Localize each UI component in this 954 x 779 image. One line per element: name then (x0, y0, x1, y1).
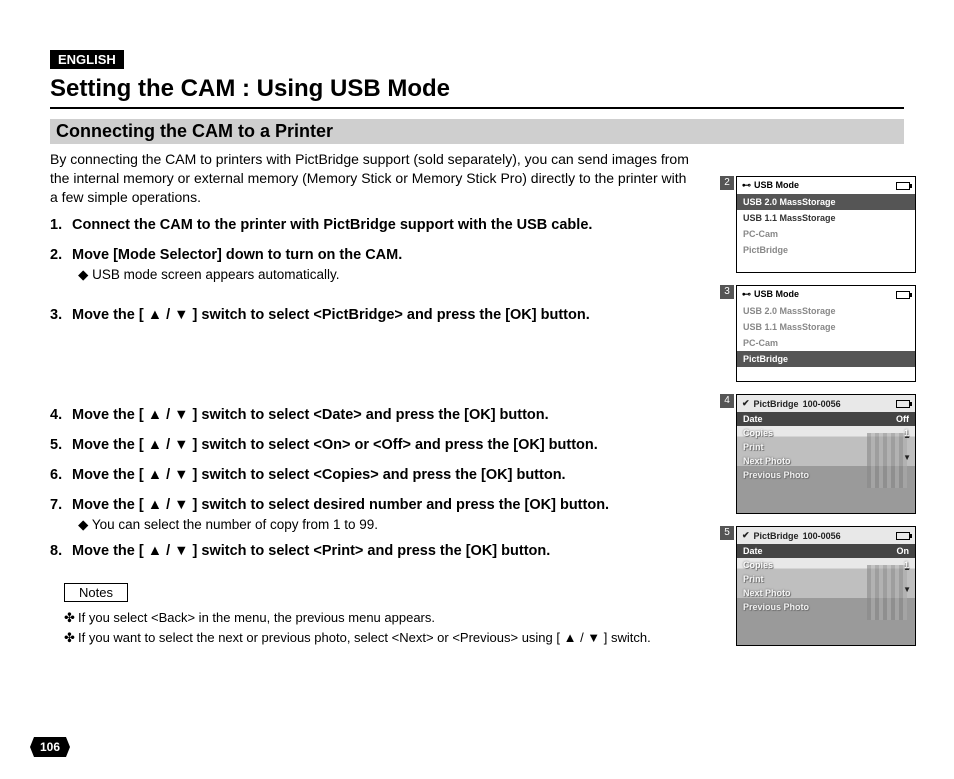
menu-item: Copies1 (737, 558, 915, 572)
lcd-screen-3: 3 ⊷USB Mode USB 2.0 MassStorage USB 1.1 … (736, 285, 916, 382)
note-text: If you want to select the next or previo… (78, 630, 651, 645)
screen-title: PictBridge (754, 399, 799, 409)
intro-text: By connecting the CAM to printers with P… (50, 150, 690, 207)
menu-item: USB 2.0 MassStorage (737, 303, 915, 319)
menu-item: Print (737, 440, 915, 454)
step-text: Connect the CAM to the printer with Pict… (72, 217, 592, 233)
note-text: If you select <Back> in the menu, the pr… (78, 610, 435, 625)
step-number: 5. (50, 437, 72, 453)
step-subtext: ◆ USB mode screen appears automatically. (78, 267, 750, 283)
menu-item: PC-Cam (737, 335, 915, 351)
menu-item: USB 1.1 MassStorage (737, 319, 915, 335)
notes-label: Notes (64, 583, 128, 602)
battery-icon (896, 291, 910, 299)
menu-item: USB 1.1 MassStorage (737, 210, 915, 226)
step-number: 2. (50, 247, 72, 263)
screen-step-tag: 2 (720, 176, 734, 190)
steps-list: 1.Connect the CAM to the printer with Pi… (50, 217, 750, 559)
pictbridge-icon: ✔ (742, 530, 750, 541)
step-number: 4. (50, 407, 72, 423)
menu-item: PictBridge (737, 351, 915, 367)
step-number: 6. (50, 467, 72, 483)
bullet-icon: ✤ (64, 630, 78, 646)
usb-icon: ⊷ (742, 289, 751, 299)
battery-icon (896, 532, 910, 540)
menu-item: PictBridge (737, 242, 915, 258)
page-title: Setting the CAM : Using USB Mode (50, 75, 904, 109)
screen-title: USB Mode (754, 289, 799, 299)
battery-icon (896, 400, 910, 408)
menu-item: DateOff (737, 412, 915, 426)
step-text: Move the [ ▲ / ▼ ] switch to select <Pri… (72, 543, 550, 559)
step-number: 8. (50, 543, 72, 559)
lcd-screens-column: 2 ⊷USB Mode USB 2.0 MassStorage USB 1.1 … (736, 176, 916, 658)
step-text: Move the [ ▲ / ▼ ] switch to select desi… (72, 497, 609, 513)
step-subtext: ◆ You can select the number of copy from… (78, 517, 750, 533)
step-text: Move the [ ▲ / ▼ ] switch to select <Dat… (72, 407, 549, 423)
step-number: 3. (50, 307, 72, 323)
step-text: Move [Mode Selector] down to turn on the… (72, 247, 402, 263)
lcd-screen-5: 5 ✔ PictBridge 100-0056 DateOn ▲ Copies1… (736, 526, 916, 646)
menu-item: Previous Photo (737, 468, 915, 482)
menu-item: USB 2.0 MassStorage (737, 194, 915, 210)
screen-title: PictBridge (754, 531, 799, 541)
step-text: Move the [ ▲ / ▼ ] switch to select <Pic… (72, 307, 590, 323)
language-tag: ENGLISH (50, 50, 124, 69)
menu-item: DateOn (737, 544, 915, 558)
screen-title: USB Mode (754, 180, 799, 190)
menu-item: Copies1 (737, 426, 915, 440)
menu-item: Next Photo (737, 454, 915, 468)
menu-item: Print (737, 572, 915, 586)
bullet-icon: ✤ (64, 610, 78, 626)
step-number: 1. (50, 217, 72, 233)
usb-icon: ⊷ (742, 180, 751, 190)
step-text: Move the [ ▲ / ▼ ] switch to select <On>… (72, 437, 598, 453)
pictbridge-icon: ✔ (742, 398, 750, 409)
screen-step-tag: 4 (720, 394, 734, 408)
lcd-screen-4: 4 ✔ PictBridge 100-0056 DateOff ▲ Copies… (736, 394, 916, 514)
menu-item: Next Photo (737, 586, 915, 600)
lcd-screen-2: 2 ⊷USB Mode USB 2.0 MassStorage USB 1.1 … (736, 176, 916, 273)
file-number: 100-0056 (803, 531, 841, 541)
file-number: 100-0056 (803, 399, 841, 409)
screen-step-tag: 5 (720, 526, 734, 540)
step-text: Move the [ ▲ / ▼ ] switch to select <Cop… (72, 467, 566, 483)
menu-item: Previous Photo (737, 600, 915, 614)
step-number: 7. (50, 497, 72, 513)
section-subtitle: Connecting the CAM to a Printer (50, 119, 904, 144)
menu-item: PC-Cam (737, 226, 915, 242)
battery-icon (896, 182, 910, 190)
page-number-badge: 106 (30, 737, 70, 757)
screen-step-tag: 3 (720, 285, 734, 299)
